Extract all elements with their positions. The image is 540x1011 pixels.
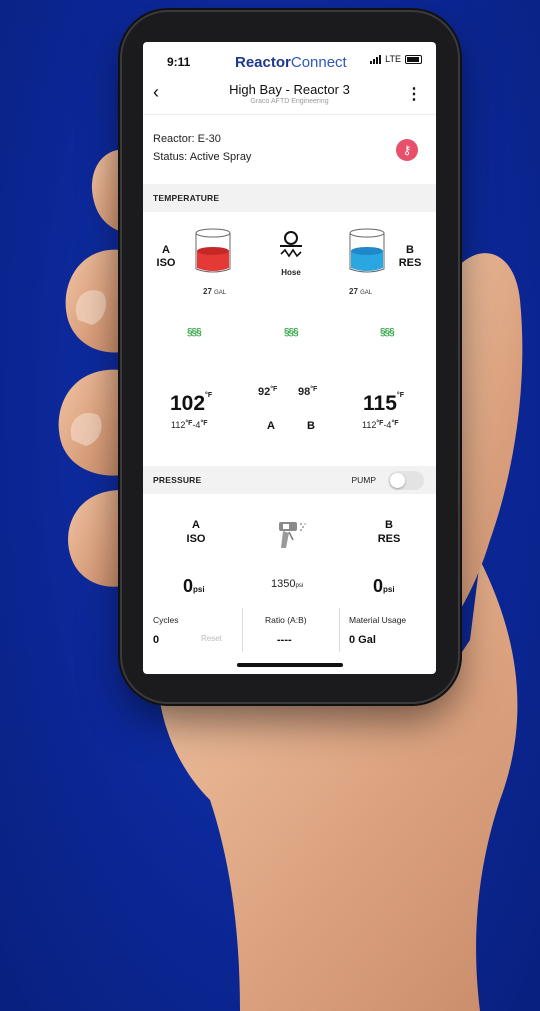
res-gallons: 27 GAL xyxy=(349,287,373,296)
status-time: 9:11 xyxy=(167,55,191,69)
reset-button[interactable]: Reset xyxy=(201,634,222,643)
res-tank-icon xyxy=(349,228,385,273)
temperature-section-header: TEMPERATURE xyxy=(143,184,436,212)
home-indicator[interactable] xyxy=(237,663,343,667)
hose-label: Hose xyxy=(281,268,301,277)
network-label: LTE xyxy=(385,54,401,64)
spray-gun-icon xyxy=(279,522,306,548)
iso-temperature: 102°F xyxy=(170,392,213,415)
hose-temp-b: 98°F xyxy=(298,386,318,398)
pressure-iso-value: 0psi xyxy=(183,576,205,596)
phone-notch xyxy=(222,12,358,42)
status-indicators: LTE xyxy=(370,54,422,64)
pressure-section-header: PRESSURE PUMP xyxy=(143,466,436,494)
material-label: Material Usage xyxy=(349,615,407,625)
reactor-info: Reactor: E-30 Status: Active Spray ⚷ xyxy=(143,114,436,181)
signal-icon xyxy=(370,54,382,64)
hose-temp-a: 92°F xyxy=(258,386,278,398)
page-subtitle: Graco AFTD Engineering xyxy=(250,98,329,105)
battery-icon xyxy=(405,54,422,64)
material-value: 0 Gal xyxy=(349,634,376,646)
pressure-iso-label: A ISO xyxy=(186,519,206,545)
pump-label: PUMP xyxy=(351,475,376,485)
ratio-stat: Ratio (A:B) ---- xyxy=(243,612,339,658)
cycles-stat: Cycles 0 Reset xyxy=(143,612,241,658)
hose-label-b: B xyxy=(307,420,315,432)
ratio-label: Ratio (A:B) xyxy=(265,615,307,625)
pressure-res-label: B RES xyxy=(377,519,401,545)
app-screen: 9:11 ReactorConnect LTE ‹ High Bay - Rea… xyxy=(143,42,436,674)
res-label: B RES xyxy=(398,244,422,269)
cycles-value: 0 xyxy=(153,634,160,646)
pump-toggle[interactable] xyxy=(388,471,424,490)
res-temperature: 115°F xyxy=(363,392,404,415)
iso-setpoint: 112°F-4°F xyxy=(171,420,208,430)
hose-label-a: A xyxy=(267,420,275,432)
ratio-value: ---- xyxy=(277,634,292,646)
app-logo: ReactorConnect xyxy=(235,54,347,71)
pressure-res-value: 0psi xyxy=(373,576,395,596)
iso-gallons: 27 GAL xyxy=(203,287,227,296)
reactor-model: Reactor: E-30 xyxy=(153,133,221,145)
hose-heater-icon xyxy=(280,231,302,258)
cycles-label: Cycles xyxy=(153,615,179,625)
page-title: High Bay - Reactor 3 xyxy=(229,82,350,97)
iso-label: A ISO xyxy=(156,244,176,269)
iso-tank-icon xyxy=(195,228,231,273)
res-heater-icon: §§§ xyxy=(380,327,395,338)
res-setpoint: 112°F-4°F xyxy=(362,420,399,430)
key-icon[interactable]: ⚷ xyxy=(396,139,418,161)
kebab-menu-icon[interactable]: ⋮ xyxy=(406,84,422,104)
hose-heater-status-icon: §§§ xyxy=(284,327,299,338)
material-stat: Material Usage 0 Gal xyxy=(340,612,436,658)
pressure-gun-value: 1350psi xyxy=(271,578,304,590)
reactor-status: Status: Active Spray xyxy=(153,151,252,163)
iso-heater-icon: §§§ xyxy=(187,327,202,338)
nav-bar: ‹ High Bay - Reactor 3 Graco AFTD Engine… xyxy=(143,78,436,114)
